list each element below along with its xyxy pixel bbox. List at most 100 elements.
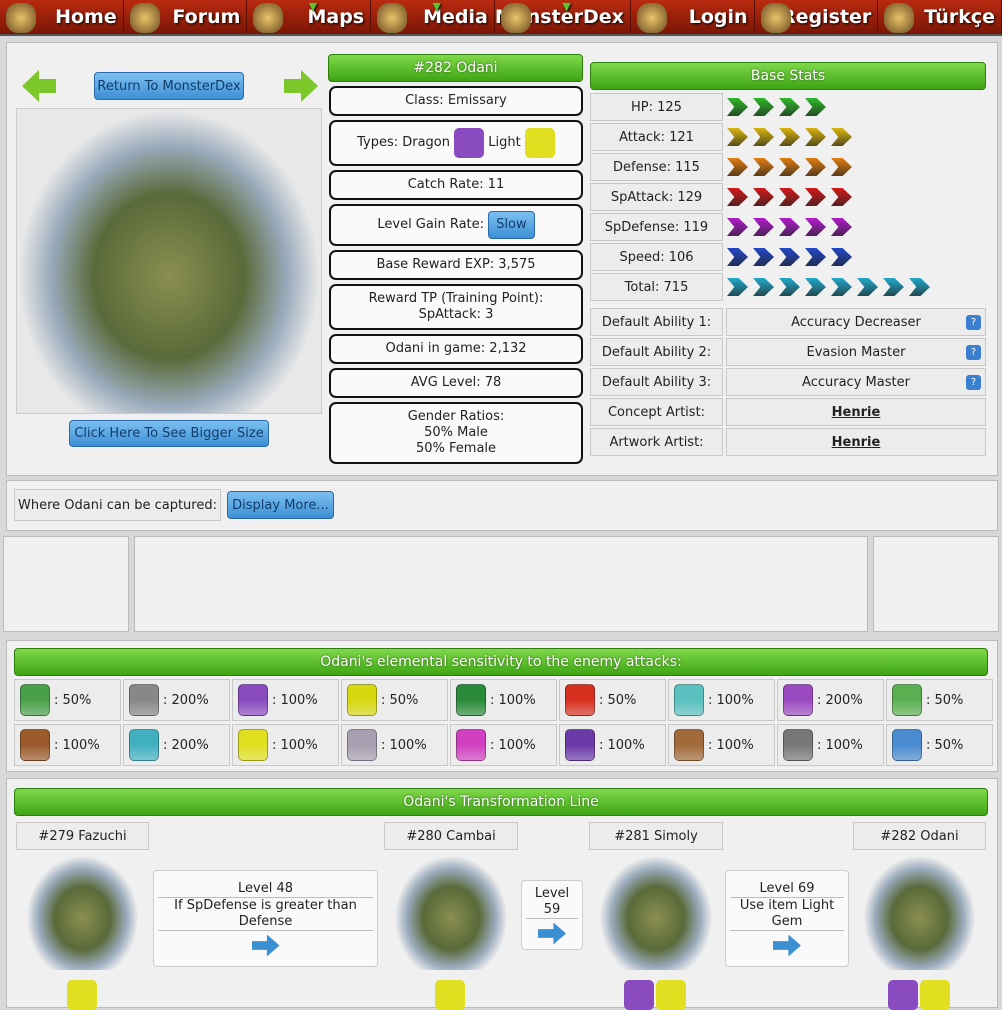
nature-icon <box>20 684 50 716</box>
stat-arrow-icon <box>909 278 930 296</box>
light-icon <box>435 980 465 1010</box>
sensitivity-value: : 100% <box>272 692 318 708</box>
help-icon[interactable]: ? <box>966 375 981 390</box>
ability-label: Default Ability 1: <box>590 308 723 336</box>
sensitivity-item: : 100% <box>559 724 666 766</box>
stat-arrow-icon <box>805 98 826 116</box>
fire-icon <box>565 684 595 716</box>
sensitivity-item: : 50% <box>886 679 993 721</box>
help-icon[interactable]: ? <box>966 315 981 330</box>
stat-arrow-icon <box>727 98 748 116</box>
ad-box-center <box>134 536 868 632</box>
ability-value[interactable]: Evasion Master <box>807 345 906 360</box>
ghost-icon <box>783 684 813 716</box>
sensitivity-value: : 100% <box>708 692 754 708</box>
ability-value[interactable]: Henrie <box>832 405 881 420</box>
bigger-size-button[interactable]: Click Here To See Bigger Size <box>69 420 269 447</box>
sensitivity-value: : 200% <box>163 692 209 708</box>
stat-arrows <box>727 128 857 146</box>
ability-label: Concept Artist: <box>590 398 723 426</box>
nav-home[interactable]: Home <box>0 0 124 34</box>
evolution-name[interactable]: #279 Fazuchi <box>16 822 149 850</box>
stat-arrow-icon <box>831 218 852 236</box>
stat-arrow-icon <box>883 278 904 296</box>
sensitivity-item: : 50% <box>886 724 993 766</box>
sensitivity-item: : 100% <box>777 724 884 766</box>
stat-arrows <box>727 98 831 116</box>
sensitivity-value: : 200% <box>817 692 863 708</box>
ability-value[interactable]: Accuracy Decreaser <box>791 315 921 330</box>
evolution-name[interactable]: #280 Cambai <box>384 822 518 850</box>
ability-value[interactable]: Accuracy Master <box>802 375 910 390</box>
monster-icon <box>636 3 667 33</box>
dropdown-arrow-icon: ▼ <box>308 0 318 13</box>
evolution-image[interactable] <box>394 855 508 970</box>
sensitivity-item: : 50% <box>559 679 666 721</box>
sensitivity-item: : 100% <box>450 724 557 766</box>
ability-value-cell[interactable]: Henrie <box>726 428 986 456</box>
ability-label: Artwork Artist: <box>590 428 723 456</box>
evolution-image[interactable] <box>26 855 139 970</box>
sensitivity-value: : 100% <box>54 737 100 753</box>
class-box: Class: Emissary <box>329 86 583 116</box>
nav-forum[interactable]: Forum <box>124 0 248 34</box>
nav-monsterdex[interactable]: ▼ MonsterDex <box>495 0 631 34</box>
help-icon[interactable]: ? <box>966 345 981 360</box>
avg-level-box: AVG Level: 78 <box>329 368 583 398</box>
stat-arrow-icon <box>753 98 774 116</box>
evolution-name[interactable]: #282 Odani <box>853 822 986 850</box>
gender-male: 50% Male <box>424 425 488 440</box>
stat-arrows <box>727 248 857 266</box>
nav-türkçe[interactable]: Türkçe <box>878 0 1002 34</box>
sensitivity-item: : 100% <box>232 724 339 766</box>
stat-arrow-icon <box>753 128 774 146</box>
stat-arrow-icon <box>727 278 748 296</box>
level-gain-box: Level Gain Rate: Slow <box>329 204 583 246</box>
ability-value-cell: Accuracy Decreaser? <box>726 308 986 336</box>
sensitivity-value: : 100% <box>490 737 536 753</box>
tp-value: SpAttack: 3 <box>418 307 494 322</box>
nav-label: Register <box>781 6 872 28</box>
ability-value[interactable]: Henrie <box>832 435 881 450</box>
monster-title: #282 Odani <box>328 54 583 82</box>
monster-icon <box>377 3 408 33</box>
evolution-image[interactable] <box>599 855 713 970</box>
ability-value-cell[interactable]: Henrie <box>726 398 986 426</box>
arrow-right-icon <box>538 922 566 945</box>
sensitivity-item: : 50% <box>341 679 448 721</box>
tp-box: Reward TP (Training Point): SpAttack: 3 <box>329 284 583 330</box>
in-game-text: Odani in game: 2,132 <box>385 341 527 356</box>
light-icon <box>919 980 950 1010</box>
stat-arrow-icon <box>831 278 852 296</box>
base-stats-header: Base Stats <box>590 62 986 90</box>
return-to-monsterdex-button[interactable]: Return To MonsterDex <box>94 72 244 100</box>
sensitivity-header: Odani's elemental sensitivity to the ene… <box>14 648 988 676</box>
nav-label: Forum <box>172 6 241 28</box>
stat-arrow-icon <box>779 188 800 206</box>
evolution-image[interactable] <box>863 855 976 970</box>
nav-label: Login <box>688 6 748 28</box>
stat-arrows <box>727 278 935 296</box>
nav-media[interactable]: ▼ Media <box>371 0 495 34</box>
stat-arrow-icon <box>779 158 800 176</box>
swirl-icon <box>347 729 377 761</box>
stat-arrow-icon <box>727 248 748 266</box>
evolution-name[interactable]: #281 Simoly <box>589 822 723 850</box>
monster-icon <box>6 3 36 33</box>
stat-arrow-icon <box>831 188 852 206</box>
avg-level-text: AVG Level: 78 <box>410 375 502 390</box>
light-icon <box>238 729 268 761</box>
nav-login[interactable]: Login <box>631 0 755 34</box>
stat-arrow-icon <box>779 248 800 266</box>
nav-register[interactable]: Register <box>755 0 879 34</box>
gender-box: Gender Ratios: 50% Male 50% Female <box>329 402 583 464</box>
display-more-button[interactable]: Display More... <box>227 491 334 519</box>
nav-maps[interactable]: ▼ Maps <box>247 0 372 34</box>
stat-arrow-icon <box>753 278 774 296</box>
stat-arrow-icon <box>831 158 852 176</box>
ability-label: Default Ability 2: <box>590 338 723 366</box>
evolution-level: Level 69 <box>730 881 844 898</box>
monster-icon <box>884 3 915 33</box>
stat-label: Speed: 106 <box>590 243 723 271</box>
light-icon <box>66 980 97 1010</box>
